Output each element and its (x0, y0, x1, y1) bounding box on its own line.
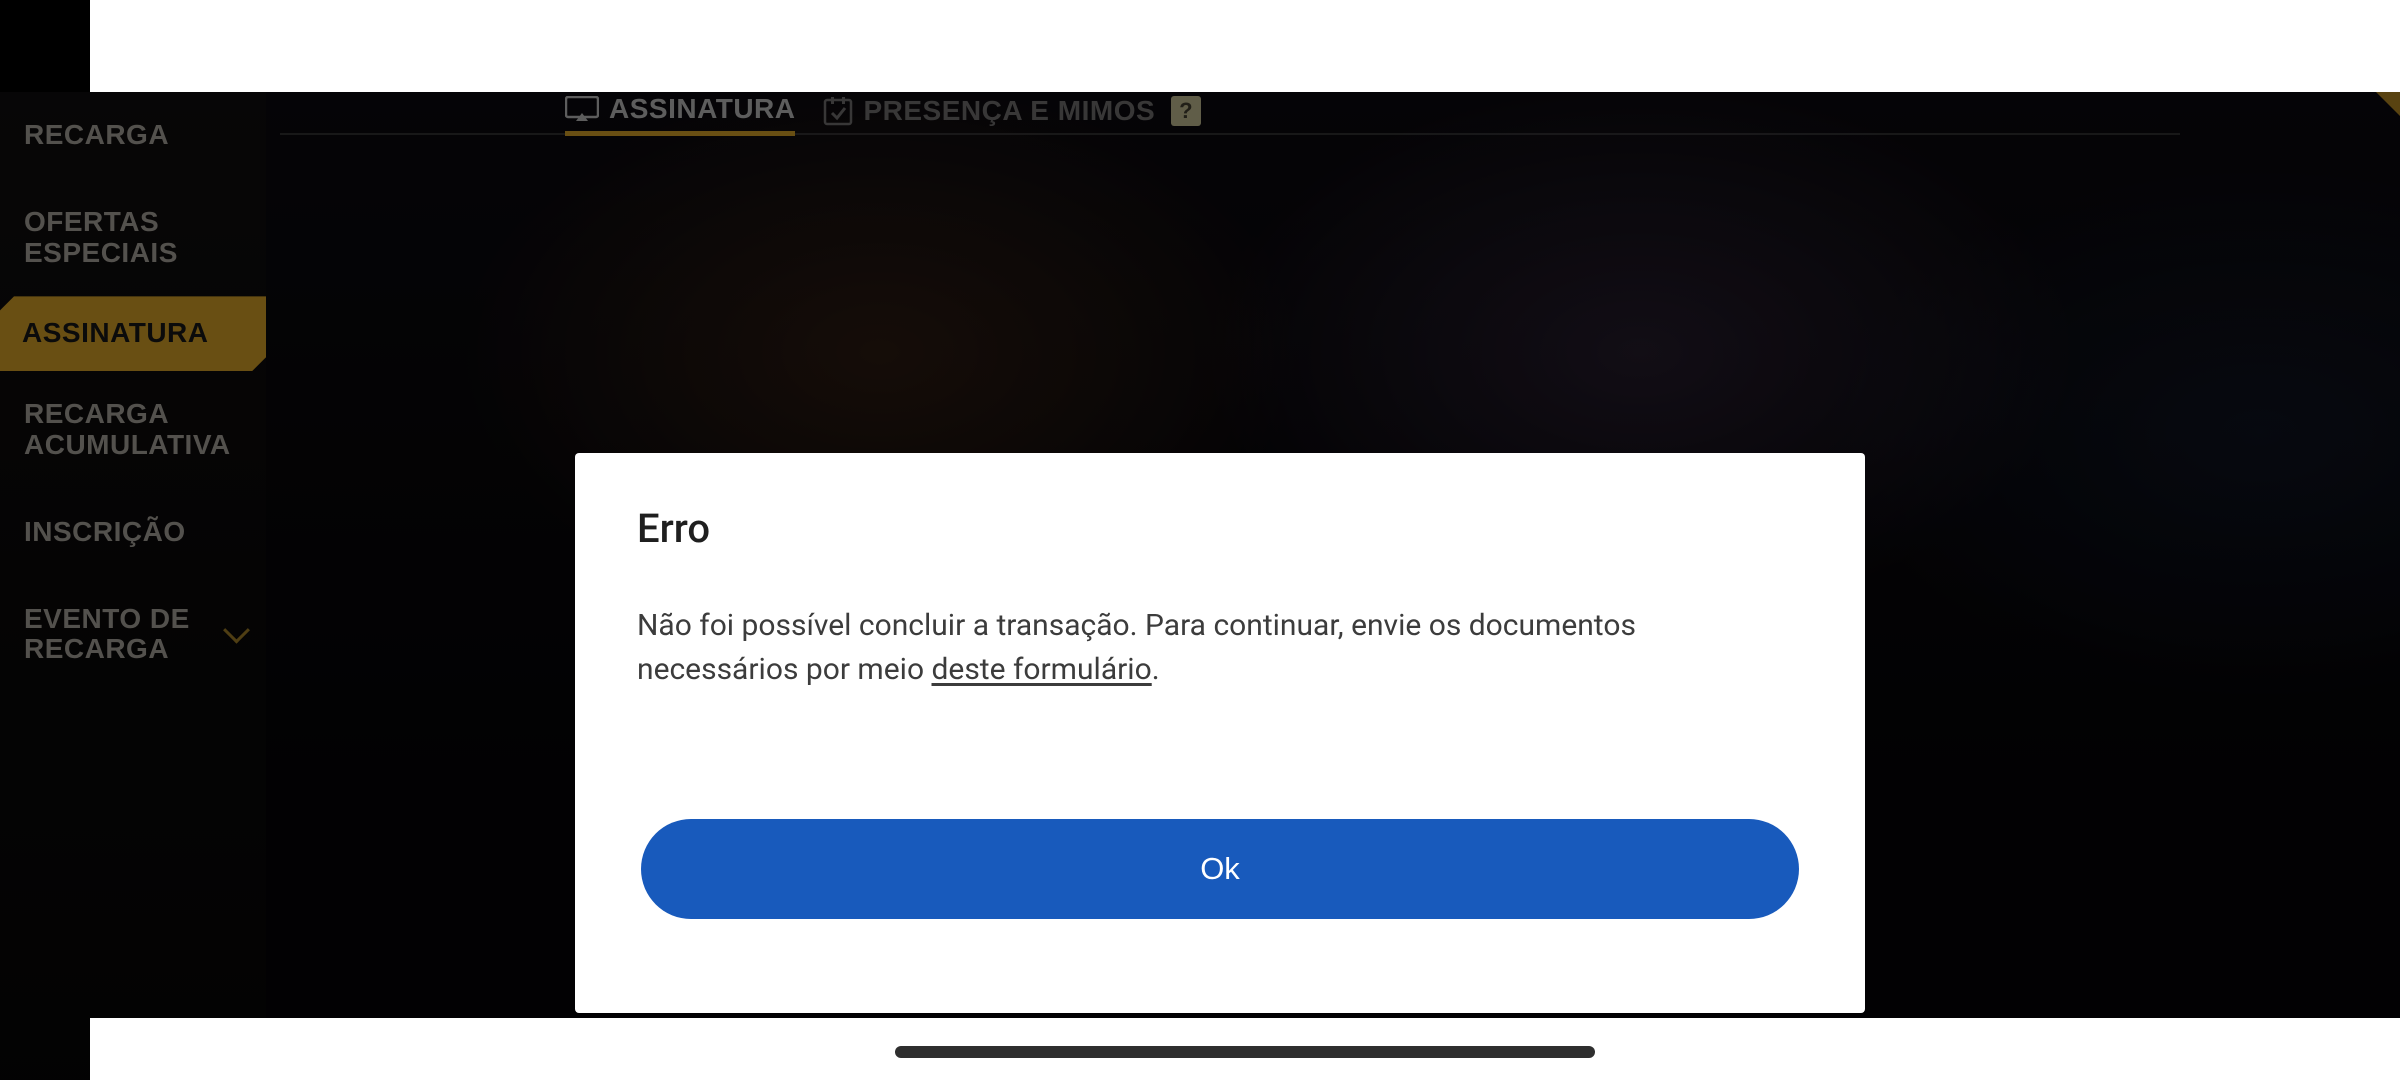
sidebar: RECARGA OFERTAS ESPECIAIS ASSINATURA REC… (0, 92, 266, 1080)
help-icon[interactable]: ? (1171, 96, 1201, 126)
calendar-check-icon (823, 96, 853, 126)
modal-body: Não foi possível concluir a transação. P… (637, 604, 1767, 691)
top-tabs: ASSINATURA PRESENÇA E MIMOS ? (565, 92, 1201, 136)
error-modal: Erro Não foi possível concluir a transaç… (575, 453, 1865, 1013)
modal-body-suffix: . (1152, 652, 1160, 687)
top-white-bar (90, 0, 2400, 92)
tab-label: ASSINATURA (609, 93, 795, 125)
game-area: RECARGA OFERTAS ESPECIAIS ASSINATURA REC… (0, 92, 2400, 1080)
home-indicator (895, 1046, 1595, 1058)
top-left-black-block (0, 0, 90, 92)
sidebar-item-assinatura[interactable]: ASSINATURA (0, 296, 266, 371)
modal-title: Erro (637, 505, 1803, 552)
sidebar-item-recarga-acumulativa[interactable]: RECARGA ACUMULATIVA (0, 371, 266, 489)
ok-button[interactable]: Ok (641, 819, 1799, 919)
tab-assinatura[interactable]: ASSINATURA (565, 93, 795, 136)
card-diamond-icon (565, 96, 599, 122)
corner-accent (2376, 92, 2400, 116)
bottom-white-bar (90, 1018, 2400, 1080)
modal-actions: Ok (637, 819, 1803, 919)
sidebar-item-evento-de-recarga[interactable]: EVENTO DE RECARGA (0, 576, 266, 694)
sidebar-item-ofertas-especiais[interactable]: OFERTAS ESPECIAIS (0, 179, 266, 297)
modal-form-link[interactable]: deste formulário (932, 652, 1152, 687)
sidebar-item-inscricao[interactable]: INSCRIÇÃO (0, 489, 266, 576)
sidebar-item-recarga[interactable]: RECARGA (0, 92, 266, 179)
tab-presenca-e-mimos[interactable]: PRESENÇA E MIMOS ? (823, 95, 1201, 133)
tab-label: PRESENÇA E MIMOS (863, 95, 1155, 127)
